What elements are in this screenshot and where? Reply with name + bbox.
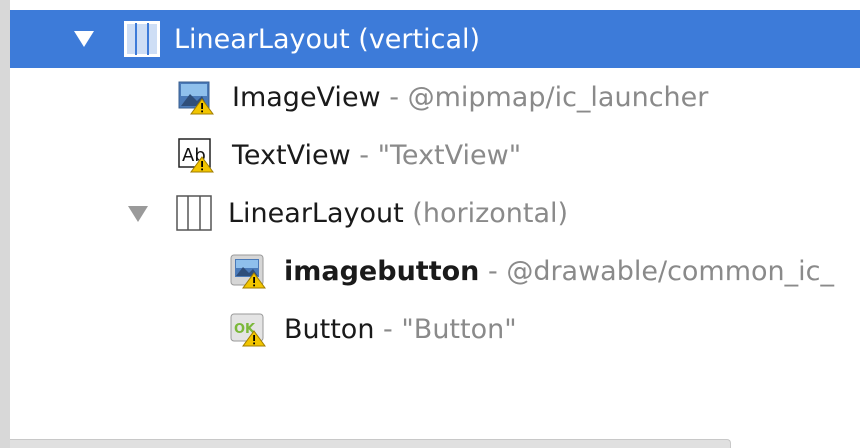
tree-row-label: LinearLayout (horizontal) bbox=[228, 198, 568, 229]
component-separator bbox=[350, 24, 359, 55]
component-tree: LinearLayout (vertical) ImageView - @mip… bbox=[10, 10, 860, 440]
tree-row-label: TextView - "TextView" bbox=[232, 140, 521, 171]
tree-row-button[interactable]: OK Button - "Button" bbox=[10, 300, 860, 358]
component-separator: - bbox=[479, 255, 507, 287]
component-detail: (vertical) bbox=[358, 23, 481, 55]
component-name: Button bbox=[284, 313, 375, 345]
component-detail: @mipmap/ic_launcher bbox=[407, 81, 709, 113]
tree-row-imageview[interactable]: ImageView - @mipmap/ic_launcher bbox=[10, 68, 860, 126]
component-detail: "Button" bbox=[401, 313, 517, 345]
component-name: TextView bbox=[232, 139, 351, 171]
panel-left-border bbox=[0, 0, 10, 448]
horizontal-layout-icon bbox=[176, 195, 212, 231]
component-separator: - bbox=[350, 139, 378, 171]
tree-row-linearlayout-horizontal[interactable]: LinearLayout (horizontal) bbox=[10, 184, 860, 242]
tree-row-label: ImageView - @mipmap/ic_launcher bbox=[232, 82, 708, 113]
component-tree-panel: LinearLayout (vertical) ImageView - @mip… bbox=[0, 0, 864, 448]
expand-arrow-icon[interactable] bbox=[74, 31, 94, 47]
component-name: ImageView bbox=[232, 81, 381, 113]
component-separator bbox=[404, 198, 413, 229]
tree-row-linearlayout-vertical[interactable]: LinearLayout (vertical) bbox=[10, 10, 860, 68]
component-detail: "TextView" bbox=[377, 139, 522, 171]
image-button-warning-icon bbox=[230, 254, 266, 289]
text-view-warning-icon: Ab bbox=[178, 138, 214, 173]
image-view-warning-icon bbox=[178, 81, 214, 115]
component-detail: @drawable/common_ic_ bbox=[506, 255, 835, 287]
tree-row-label: imagebutton - @drawable/common_ic_ bbox=[284, 256, 834, 287]
tree-row-label: LinearLayout (vertical) bbox=[174, 24, 480, 55]
component-name: imagebutton bbox=[284, 255, 480, 287]
tree-row-textview[interactable]: Ab TextView - "TextView" bbox=[10, 126, 860, 184]
component-separator: - bbox=[374, 313, 402, 345]
component-name: LinearLayout bbox=[228, 197, 404, 229]
expand-arrow-icon[interactable] bbox=[128, 206, 148, 222]
tree-row-label: Button - "Button" bbox=[284, 314, 517, 345]
button-warning-icon: OK bbox=[230, 313, 266, 347]
horizontal-scrollbar[interactable] bbox=[10, 439, 731, 448]
component-detail: (horizontal) bbox=[412, 197, 569, 229]
component-name: LinearLayout bbox=[174, 23, 350, 55]
component-separator: - bbox=[380, 81, 408, 113]
tree-row-imagebutton[interactable]: imagebutton - @drawable/common_ic_ bbox=[10, 242, 860, 300]
vertical-layout-icon bbox=[124, 21, 160, 57]
